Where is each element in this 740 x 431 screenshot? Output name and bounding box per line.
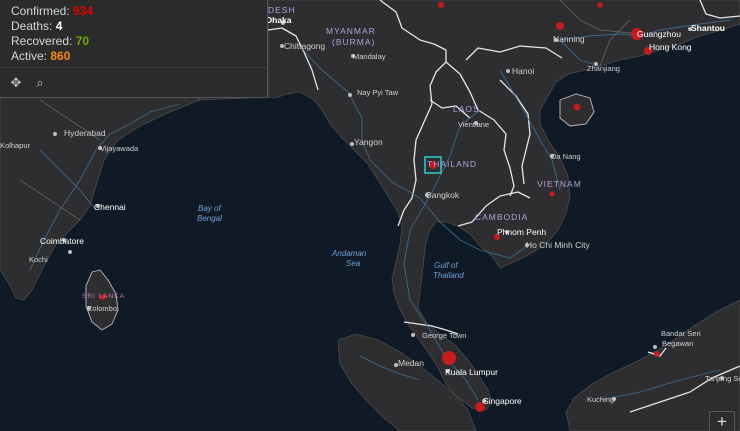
marker-nanning[interactable] (556, 22, 564, 30)
label-cambodia: CAMBODIA (475, 212, 528, 222)
marker-kuala-lumpur[interactable] (442, 351, 456, 365)
label-hong-kong: Hong Kong (649, 42, 692, 52)
pan-icon[interactable]: ✥ (7, 74, 25, 92)
label-nay-pyi-taw: Nay Pyi Taw (357, 88, 399, 97)
label-nanning: Nanning (553, 34, 585, 44)
label-bangladesh: DESH (268, 5, 296, 15)
label-kolhapur: Kolhapur (0, 141, 31, 150)
label-tanjung: Tanjung Se (705, 374, 740, 383)
label-gulf-of-thailand-2: Thailand (433, 271, 464, 280)
stat-confirmed: Confirmed: 934 (11, 3, 93, 19)
label-guangzhou: Guangzhou (637, 29, 681, 39)
marker-brunei[interactable] (654, 351, 660, 357)
label-vijayawada: Vijayawada (100, 144, 139, 153)
label-kuching: Kuching (587, 395, 614, 404)
label-andaman-sea-1: Andaman (331, 249, 367, 258)
map-view[interactable]: DESH MYANMAR (BURMA) LAOS THAILAND VIETN… (0, 0, 740, 431)
label-mandalay: Mandalay (353, 52, 386, 61)
panel-toolbar: ✥ ⌕ (0, 67, 267, 98)
label-myanmar-burma: (BURMA) (332, 37, 375, 47)
label-coimbatore: Coimbatore (40, 236, 84, 246)
label-bandar-seri: Bandar Seri (661, 329, 701, 338)
label-kochi: Kochi (29, 255, 48, 264)
label-singapore: Singapore (483, 396, 522, 406)
label-bay-of-bengal-2: Bengal (197, 214, 222, 223)
stat-active: Active: 860 (11, 48, 70, 64)
label-kuala-lumpur: Kuala Lumpur (445, 367, 498, 377)
deaths-label: Deaths: (11, 19, 53, 33)
label-thailand: THAILAND (427, 159, 477, 169)
marker-hainan[interactable] (573, 103, 581, 111)
label-zhanjiang: Zhanjiang (587, 64, 620, 73)
label-gulf-of-thailand-1: Gulf of (434, 261, 458, 270)
label-george-town: George Town (422, 331, 466, 340)
label-chennai: Chennai (94, 202, 126, 212)
confirmed-label: Confirmed: (11, 4, 70, 18)
label-hyderabad: Hyderabad (64, 128, 106, 138)
zoom-in-button[interactable]: + (709, 411, 735, 431)
marker-yunnan[interactable] (438, 2, 444, 8)
label-vietnam: VIETNAM (537, 179, 582, 189)
label-begawan: Begawan (662, 339, 693, 348)
stats-panel: Confirmed: 934 Deaths: 4 Recovered: 70 A… (0, 0, 268, 98)
marker-guangxi-north[interactable] (597, 2, 603, 8)
label-chittagong: Chittagong (284, 41, 325, 51)
label-ho-chi-minh: Ho Chi Minh City (526, 240, 591, 250)
label-andaman-sea-2: Sea (346, 259, 361, 268)
confirmed-value: 934 (73, 4, 94, 18)
label-medan: Medan (398, 358, 424, 368)
recovered-value: 70 (75, 34, 90, 48)
stat-recovered: Recovered: 70 (11, 33, 89, 49)
label-sri-lanka: SRI LANKA (82, 293, 125, 300)
label-phnom-penh: Phnom Penh (497, 227, 546, 237)
marker-vietnam[interactable] (549, 191, 555, 197)
label-hanoi: Hanoi (512, 66, 534, 76)
deaths-value: 4 (55, 19, 63, 33)
label-dhaka: Dhaka (266, 15, 292, 25)
label-laos: LAOS (453, 104, 480, 114)
label-yangon: Yangon (354, 137, 383, 147)
active-label: Active: (11, 49, 48, 63)
label-da-nang: Da Nang (551, 152, 581, 161)
zoom-search-icon[interactable]: ⌕ (31, 74, 49, 92)
label-shantou: Shantou (691, 23, 725, 33)
stat-deaths: Deaths: 4 (11, 18, 62, 34)
label-vientiane: Vientiane (458, 120, 489, 129)
label-bay-of-bengal-1: Bay of (198, 204, 221, 213)
recovered-label: Recovered: (11, 34, 73, 48)
label-myanmar: MYANMAR (326, 26, 376, 36)
label-bangkok: Bangkok (426, 190, 460, 200)
active-value: 860 (50, 49, 71, 63)
label-colombo: Colombo (87, 304, 117, 313)
